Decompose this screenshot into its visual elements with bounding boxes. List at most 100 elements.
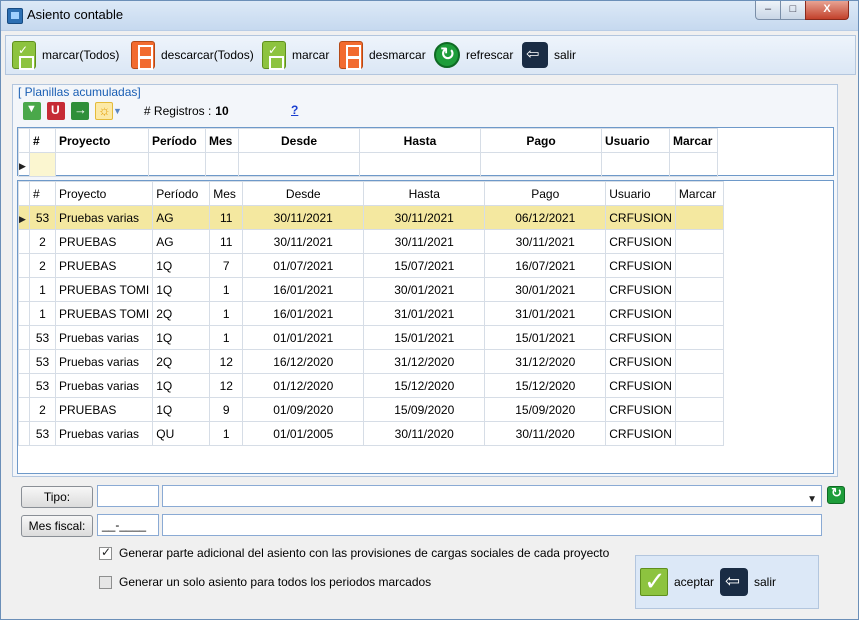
cell-hasta[interactable]: 31/01/2021 [363, 301, 486, 326]
cell-mes[interactable]: 12 [209, 373, 244, 398]
cell-hasta[interactable]: 15/09/2020 [363, 397, 486, 422]
cell-pago[interactable]: 30/11/2020 [484, 421, 607, 446]
cell-marcar[interactable] [674, 229, 724, 254]
cell-periodo[interactable]: QU [152, 421, 211, 446]
tipo-button[interactable]: Tipo: [21, 486, 93, 508]
table-row[interactable]: 53 Pruebas varias 1Q 1 01/01/2021 15/01/2021 1… [18, 325, 724, 350]
header-proyecto[interactable]: Proyecto [55, 128, 149, 153]
header-periodo[interactable]: Período [148, 128, 206, 153]
export-icon[interactable] [71, 102, 89, 120]
cell-hasta[interactable]: 15/12/2020 [363, 373, 486, 398]
header-usuario[interactable]: Usuario [605, 181, 676, 206]
cell-periodo[interactable]: 2Q [152, 349, 211, 374]
maximize-button[interactable]: □ [780, 1, 806, 20]
cell-periodo[interactable]: 1Q [152, 397, 211, 422]
cell-periodo[interactable]: AG [152, 229, 211, 254]
option-single-entry[interactable]: Generar un solo asiento para todos los p… [99, 575, 431, 589]
table-row[interactable]: 53 Pruebas varias 1Q 12 01/12/2020 15/12/2020… [18, 373, 724, 398]
header-marcar[interactable]: Marcar [669, 128, 718, 153]
header-hasta[interactable]: Hasta [363, 181, 486, 206]
cell-hasta[interactable]: 30/11/2021 [363, 229, 486, 254]
cell-periodo[interactable]: 1Q [152, 277, 211, 302]
cell-periodo[interactable]: 1Q [152, 373, 211, 398]
table-row[interactable]: 2 PRUEBAS 1Q 7 01/07/2021 15/07/2021 16/07/202… [18, 253, 724, 278]
cell-mes[interactable]: 1 [209, 301, 244, 326]
cell-proyecto[interactable]: PRUEBAS TOMI [54, 277, 154, 302]
filter-cell-periodo[interactable] [148, 152, 206, 177]
row-selector[interactable]: ▶ [18, 205, 30, 230]
cell-hasta[interactable]: 30/11/2021 [363, 205, 486, 230]
cell-pago[interactable]: 31/12/2020 [484, 349, 607, 374]
filter-cell-num[interactable] [29, 152, 56, 177]
exit-button[interactable]: salir [522, 41, 576, 69]
table-row[interactable]: 53 Pruebas varias 2Q 12 16/12/2020 31/12/2020… [18, 349, 724, 374]
cell-usuario[interactable]: CRFUSION [605, 421, 676, 446]
exit-action-button[interactable]: salir [720, 568, 776, 596]
row-selector[interactable] [18, 253, 30, 278]
cell-mes[interactable]: 11 [209, 229, 244, 254]
header-num[interactable]: # [29, 181, 56, 206]
cell-mes[interactable]: 9 [209, 397, 244, 422]
cell-usuario[interactable]: CRFUSION [605, 277, 676, 302]
cell-usuario[interactable]: CRFUSION [605, 373, 676, 398]
provisiones-checkbox[interactable] [99, 545, 112, 560]
magnet-icon[interactable] [47, 102, 65, 120]
header-pago[interactable]: Pago [480, 128, 602, 153]
row-selector[interactable] [18, 397, 30, 422]
cell-usuario[interactable]: CRFUSION [605, 229, 676, 254]
filter-cell-hasta[interactable] [359, 152, 481, 177]
cell-mes[interactable]: 1 [209, 325, 244, 350]
cell-usuario[interactable]: CRFUSION [605, 301, 676, 326]
header-proyecto[interactable]: Proyecto [54, 181, 154, 206]
table-row[interactable]: 2 PRUEBAS AG 11 30/11/2021 30/11/2021 30/11/20… [18, 229, 724, 254]
cell-desde[interactable]: 01/01/2021 [242, 325, 365, 350]
cell-desde[interactable]: 01/01/2005 [242, 421, 365, 446]
cell-proyecto[interactable]: PRUEBAS [54, 229, 154, 254]
cell-hasta[interactable]: 15/01/2021 [363, 325, 486, 350]
close-button[interactable]: X [805, 1, 849, 20]
cell-mes[interactable]: 1 [209, 277, 244, 302]
cell-pago[interactable]: 15/12/2020 [484, 373, 607, 398]
cell-num[interactable]: 2 [29, 397, 56, 422]
table-row[interactable]: 53 Pruebas varias QU 1 01/01/2005 30/11/2020 3… [18, 421, 724, 446]
cell-num[interactable]: 53 [29, 373, 56, 398]
filter-cell-pago[interactable] [480, 152, 602, 177]
cell-hasta[interactable]: 30/01/2021 [363, 277, 486, 302]
cell-proyecto[interactable]: PRUEBAS [54, 397, 154, 422]
header-num[interactable]: # [29, 128, 56, 153]
mes-fiscal-button[interactable]: Mes fiscal: [21, 515, 93, 537]
accept-button[interactable]: aceptar [640, 566, 714, 597]
cell-mes[interactable]: 1 [209, 421, 244, 446]
cell-proyecto[interactable]: PRUEBAS [54, 253, 154, 278]
header-mes[interactable]: Mes [205, 128, 239, 153]
cell-usuario[interactable]: CRFUSION [605, 205, 676, 230]
cell-desde[interactable]: 16/01/2021 [242, 301, 365, 326]
header-mes[interactable]: Mes [209, 181, 244, 206]
cell-desde[interactable]: 01/07/2021 [242, 253, 365, 278]
header-hasta[interactable]: Hasta [359, 128, 481, 153]
cell-desde[interactable]: 30/11/2021 [242, 205, 365, 230]
unmark-all-button[interactable]: descarcar(Todos) [131, 41, 254, 70]
cell-num[interactable]: 53 [29, 349, 56, 374]
cell-pago[interactable]: 30/01/2021 [484, 277, 607, 302]
cell-marcar[interactable] [674, 421, 724, 446]
mark-button[interactable]: marcar [262, 41, 329, 70]
cell-pago[interactable]: 16/07/2021 [484, 253, 607, 278]
cell-proyecto[interactable]: PRUEBAS TOMI [54, 301, 154, 326]
cell-proyecto[interactable]: Pruebas varias [54, 349, 154, 374]
cell-pago[interactable]: 30/11/2021 [484, 229, 607, 254]
cell-mes[interactable]: 12 [209, 349, 244, 374]
cell-marcar[interactable] [674, 253, 724, 278]
cell-marcar[interactable] [674, 277, 724, 302]
cell-desde[interactable]: 30/11/2021 [242, 229, 365, 254]
cell-num[interactable]: 53 [29, 205, 56, 230]
cell-desde[interactable]: 01/12/2020 [242, 373, 365, 398]
cell-desde[interactable]: 16/01/2021 [242, 277, 365, 302]
help-link[interactable]: ? [291, 103, 298, 117]
cell-num[interactable]: 53 [29, 325, 56, 350]
filter-cell-desde[interactable] [238, 152, 360, 177]
row-selector[interactable] [18, 373, 30, 398]
cell-mes[interactable]: 11 [209, 205, 244, 230]
cell-usuario[interactable]: CRFUSION [605, 253, 676, 278]
cell-num[interactable]: 1 [29, 277, 56, 302]
